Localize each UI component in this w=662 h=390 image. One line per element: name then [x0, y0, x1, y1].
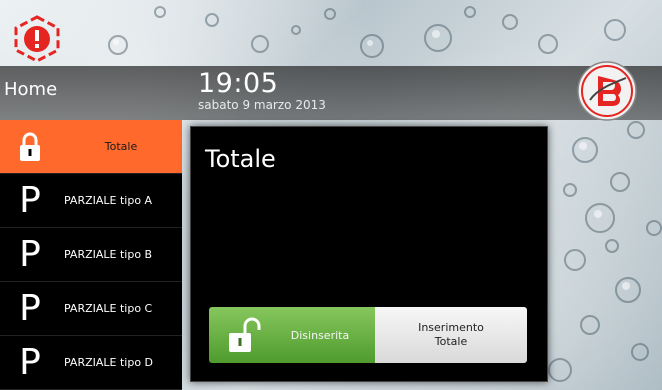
scenario-icon-cell	[0, 120, 60, 173]
scenario-icon-cell: P	[0, 282, 60, 335]
scenario-dialog: Totale Disinserita Inserimento Totale	[190, 126, 548, 382]
scenario-item-totale[interactable]: Totale	[0, 120, 182, 174]
arm-total-label: Inserimento Totale	[418, 321, 484, 349]
scenario-list: Totale P PARZIALE tipo A P PARZIALE tipo…	[0, 120, 182, 390]
partial-p-icon: P	[19, 287, 41, 329]
clock-date: sabato 9 marzo 2013	[198, 98, 326, 112]
scenario-item-label: PARZIALE tipo B	[64, 248, 153, 261]
scenario-icon-cell: P	[0, 228, 60, 281]
scenario-item-parziale-a[interactable]: P PARZIALE tipo A	[0, 174, 182, 228]
arm-label-line2: Totale	[434, 335, 468, 348]
disarm-label: Disinserita	[290, 329, 350, 342]
clock-time: 19:05	[198, 68, 279, 99]
scenario-item-parziale-b[interactable]: P PARZIALE tipo B	[0, 228, 182, 282]
partial-p-icon: P	[19, 179, 41, 221]
partial-p-icon: P	[19, 341, 41, 383]
arm-total-button[interactable]: Inserimento Totale	[375, 307, 527, 363]
arm-label-line1: Inserimento	[418, 321, 484, 334]
home-button[interactable]: Home	[4, 79, 57, 100]
scenario-item-label: PARZIALE tipo A	[64, 194, 153, 207]
arm-disarm-toggle: Disinserita Inserimento Totale	[209, 307, 527, 363]
scenario-item-label: PARZIALE tipo D	[64, 356, 154, 369]
scenario-item-label: PARZIALE tipo C	[64, 302, 153, 315]
padlock-closed-icon	[20, 132, 40, 161]
header-bar: Home 19:05 sabato 9 marzo 2013	[0, 66, 662, 120]
scenario-item-parziale-c[interactable]: P PARZIALE tipo C	[0, 282, 182, 336]
partial-p-icon: P	[19, 233, 41, 275]
padlock-open-icon	[229, 317, 261, 352]
scenario-icon-cell: P	[0, 174, 60, 227]
scenario-item-label: Totale	[104, 140, 138, 153]
brand-logo-icon	[577, 61, 637, 121]
disarm-button[interactable]: Disinserita	[209, 307, 375, 363]
dialog-title: Totale	[205, 145, 276, 173]
alarm-warning-icon[interactable]	[12, 14, 62, 64]
scenario-item-parziale-d[interactable]: P PARZIALE tipo D	[0, 336, 182, 390]
scenario-icon-cell: P	[0, 336, 60, 389]
